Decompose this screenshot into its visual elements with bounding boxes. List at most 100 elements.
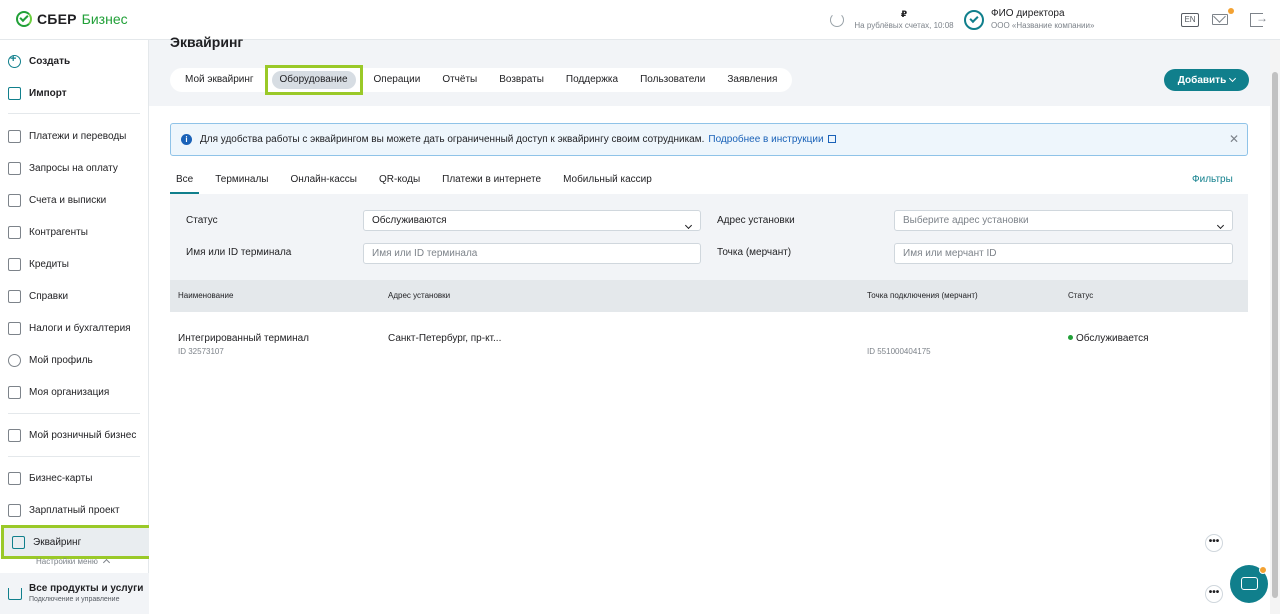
sidebar-divider (8, 113, 140, 114)
tab-applications[interactable]: Заявления (716, 68, 788, 92)
tab-support[interactable]: Поддержка (555, 68, 629, 92)
menu-settings-toggle[interactable]: Настройки меню (36, 557, 111, 567)
language-button[interactable]: EN (1181, 13, 1199, 27)
sidebar-item-label: Счета и выписки (29, 194, 107, 206)
subtab-all[interactable]: Все (170, 172, 200, 194)
column-address[interactable]: Адрес установки (388, 291, 450, 300)
status-label: Статус (186, 215, 218, 226)
subtab-internet-payments[interactable]: Платежи в интернете (431, 172, 552, 194)
tab-refunds[interactable]: Возвраты (488, 68, 555, 92)
menu-settings-label: Настройки меню (36, 557, 98, 566)
page-scrollbar[interactable] (1270, 40, 1280, 614)
subtab-mobile-cashier[interactable]: Мобильный кассир (552, 172, 663, 194)
merchant-label: Точка (мерчант) (717, 247, 792, 258)
tab-users[interactable]: Пользователи (629, 68, 716, 92)
sidebar-item-acquiring[interactable]: Эквайринг (1, 525, 152, 559)
tab-reports[interactable]: Отчёты (431, 68, 488, 92)
balance-value: ₽ (900, 9, 908, 19)
sidebar-item-organization[interactable]: Моя организация (0, 380, 149, 404)
column-status[interactable]: Статус (1068, 291, 1093, 300)
close-icon[interactable]: ✕ (1229, 132, 1239, 146)
sidebar-item-payments[interactable]: Платежи и переводы (0, 124, 149, 148)
terminal-input[interactable]: Имя или ID терминала (363, 243, 701, 264)
main-content: Эквайринг Мой эквайринг Оборудование Опе… (149, 34, 1270, 614)
payment-icon (8, 129, 21, 143)
add-button[interactable]: Добавить (1164, 69, 1249, 91)
sidebar-item-label: Моя организация (29, 386, 110, 398)
address-select[interactable]: Выберите адрес установки (894, 210, 1233, 231)
merchant-input[interactable]: Имя или мерчант ID (894, 243, 1233, 264)
sidebar-item-payment-requests[interactable]: Запросы на оплату (0, 156, 149, 180)
instructions-link[interactable]: Подробнее в инструкции (708, 134, 836, 145)
external-link-icon (827, 135, 836, 143)
company-check-icon[interactable] (964, 10, 984, 30)
sidebar-item-certificates[interactable]: Справки (0, 284, 149, 308)
address-select-placeholder: Выберите адрес установки (903, 215, 1029, 226)
chevron-down-icon (1229, 74, 1237, 83)
notification-badge (1228, 8, 1234, 14)
tab-equipment-label: Оборудование (271, 71, 356, 89)
more-options-button[interactable]: ••• (1205, 534, 1223, 552)
logout-icon[interactable] (1250, 11, 1268, 27)
cart-icon (8, 587, 22, 600)
subtab-qr-codes[interactable]: QR-коды (368, 172, 431, 194)
sidebar-item-label: Справки (29, 290, 69, 302)
import-icon (8, 86, 21, 100)
column-merchant[interactable]: Точка подключения (мерчант) (867, 291, 978, 300)
sidebar-import[interactable]: Импорт (0, 81, 149, 105)
status-dot (1068, 335, 1073, 340)
sidebar-item-counterparties[interactable]: Контрагенты (0, 220, 149, 244)
status-badge: Обслуживается (1068, 333, 1149, 344)
status-select[interactable]: Обслуживаются (363, 210, 701, 231)
all-products-button[interactable]: Все продукты и услуги Подключение и упра… (0, 573, 149, 614)
balance-widget[interactable]: ₽ На рублёвых счетах, 10:08 (849, 9, 959, 31)
merchant-id: ID 551000404175 (867, 347, 931, 356)
column-name[interactable]: Наименование (178, 291, 233, 300)
scrollbar-thumb[interactable] (1272, 72, 1278, 598)
subtab-online-cashboxes[interactable]: Онлайн-кассы (279, 172, 367, 194)
logo-brand: СБЕР (37, 11, 77, 27)
sidebar-item-accounts[interactable]: Счета и выписки (0, 188, 149, 212)
store-icon (8, 428, 21, 442)
filter-area: Статус Обслуживаются Адрес установки Выб… (170, 194, 1248, 280)
company-switcher[interactable]: ФИО директора ООО «Название компании» (991, 8, 1094, 31)
filters-link[interactable]: Фильтры (1192, 174, 1233, 185)
status-text: Обслуживается (1076, 333, 1149, 344)
equipment-type-tabs: Все Терминалы Онлайн-кассы QR-коды Плате… (170, 172, 663, 194)
notifications-icon[interactable] (1212, 14, 1228, 25)
sidebar-item-business-cards[interactable]: Бизнес-карты (0, 466, 149, 490)
sidebar-item-label: Налоги и бухгалтерия (29, 322, 131, 334)
salary-icon (8, 503, 21, 517)
logo-sub: Бизнес (81, 11, 128, 27)
sidebar-item-label: Кредиты (29, 258, 69, 270)
chat-notification-badge (1259, 566, 1267, 574)
more-options-button[interactable]: ••• (1205, 585, 1223, 603)
table-header: Наименование Адрес установки Точка подкл… (170, 280, 1248, 312)
instructions-link-label: Подробнее в инструкции (708, 134, 824, 145)
equipment-panel: i Для удобства работы с эквайрингом вы м… (149, 106, 1270, 614)
tab-my-acquiring[interactable]: Мой эквайринг (174, 68, 265, 92)
tab-operations[interactable]: Операции (363, 68, 432, 92)
plus-icon (8, 53, 21, 68)
tab-equipment[interactable]: Оборудование (264, 65, 363, 95)
terminal-input-placeholder: Имя или ID терминала (372, 248, 478, 259)
sidebar-item-profile[interactable]: Мой профиль (0, 348, 149, 372)
sidebar-item-credits[interactable]: Кредиты (0, 252, 149, 276)
credit-icon (8, 257, 21, 271)
section-tabs: Мой эквайринг Оборудование Операции Отчё… (170, 65, 793, 95)
subtab-terminals[interactable]: Терминалы (204, 172, 279, 194)
terminal-address: Санкт-Петербург, пр-кт... (388, 333, 502, 344)
sidebar-item-retail[interactable]: Мой розничный бизнес (0, 423, 149, 447)
sidebar-item-salary[interactable]: Зарплатный проект (0, 498, 149, 522)
sidebar-create[interactable]: Создать (0, 49, 149, 73)
certificate-icon (8, 289, 21, 303)
card-icon (8, 471, 21, 485)
company-name: ООО «Название компании» (991, 21, 1095, 30)
sber-business-logo[interactable]: СБЕР Бизнес (16, 11, 128, 27)
sidebar-divider (8, 413, 140, 414)
taxes-icon (8, 321, 21, 335)
refresh-icon[interactable] (830, 13, 844, 27)
info-banner: i Для удобства работы с эквайрингом вы м… (170, 123, 1248, 156)
table-row[interactable]: Интегрированный терминал ID 32573107 Сан… (170, 312, 1248, 370)
sidebar-item-taxes[interactable]: Налоги и бухгалтерия (0, 316, 149, 340)
